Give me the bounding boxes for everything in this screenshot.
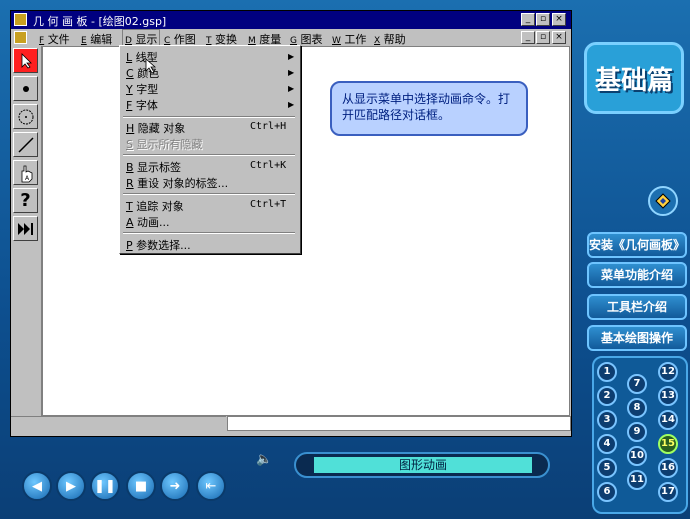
stop-button[interactable]: ■ — [126, 471, 156, 501]
lesson-button-14[interactable]: 14 — [658, 410, 678, 430]
lesson-button-1[interactable]: 1 — [597, 362, 617, 382]
mouse-cursor-icon — [145, 58, 157, 74]
exit-button[interactable]: ⇤ — [196, 471, 226, 501]
submenu-arrow-icon: ▶ — [288, 84, 295, 93]
lesson-button-8[interactable]: 8 — [627, 398, 647, 418]
lesson-button-15[interactable]: 15 — [658, 434, 678, 454]
display-menu-dropdown: L 线型 ▶ C 颜色 ▶ Y 字型 ▶ F 字体 ▶ H 隐藏 对象 Ctrl… — [119, 45, 301, 254]
close-button[interactable]: × — [552, 13, 566, 26]
pointer-icon — [21, 52, 32, 69]
menu-help[interactable]: X 帮助 — [374, 31, 406, 47]
horizontal-scrollbar[interactable] — [11, 416, 226, 432]
window-title: 几 何 画 板 - [绘图02.gsp] — [33, 15, 167, 28]
nav-basic-drawing-button[interactable]: 基本绘图操作 — [587, 325, 687, 351]
menu-separator — [123, 193, 295, 195]
exit-icon: ⇤ — [205, 478, 217, 494]
segment-icon — [17, 136, 34, 153]
lesson-number-panel: 1 2 3 4 5 6 7 8 9 10 11 12 13 14 15 16 1… — [592, 356, 688, 514]
toolbox: A ? — [11, 46, 42, 416]
text-tool[interactable]: A — [13, 160, 38, 185]
restore-button[interactable]: ▫ — [536, 13, 550, 26]
status-bar — [227, 416, 571, 431]
section-title-bar: 图形动画 — [294, 452, 550, 478]
arrow-left-icon: ◀ — [32, 478, 42, 494]
submenu-arrow-icon: ▶ — [288, 68, 295, 77]
lesson-button-13[interactable]: 13 — [658, 386, 678, 406]
pause-icon: ❚❚ — [94, 478, 116, 494]
fast-forward-icon — [17, 222, 33, 235]
lesson-button-3[interactable]: 3 — [597, 410, 617, 430]
play-button[interactable]: ▶ — [56, 471, 86, 501]
shortcut-hide: Ctrl+H — [250, 121, 287, 132]
lesson-button-10[interactable]: 10 — [627, 446, 647, 466]
shortcut-trace: Ctrl+T — [250, 199, 287, 210]
submenu-arrow-icon: ▶ — [288, 100, 295, 109]
circle-icon — [18, 109, 33, 124]
stop-icon: ■ — [134, 478, 148, 494]
menu-item-show-all-hidden: S 显示所有隐藏 — [126, 138, 203, 151]
line-tool[interactable] — [13, 132, 38, 157]
lesson-button-2[interactable]: 2 — [597, 386, 617, 406]
nav-menu-intro-button[interactable]: 菜单功能介绍 — [587, 262, 687, 288]
script-tool[interactable] — [13, 216, 38, 241]
lesson-button-7[interactable]: 7 — [627, 374, 647, 394]
lesson-button-5[interactable]: 5 — [597, 458, 617, 478]
doc-minimize-button[interactable]: _ — [521, 31, 535, 44]
doc-icon[interactable] — [14, 31, 27, 44]
shortcut-label: Ctrl+K — [250, 160, 287, 171]
menu-separator — [123, 232, 295, 234]
previous-button[interactable]: ◀ — [22, 471, 52, 501]
minimize-button[interactable]: _ — [521, 13, 535, 26]
lesson-button-4[interactable]: 4 — [597, 434, 617, 454]
menu-item-hide-object[interactable]: H 隐藏 对象 — [126, 120, 185, 136]
lesson-button-17[interactable]: 17 — [658, 482, 678, 502]
lesson-button-12[interactable]: 12 — [658, 362, 678, 382]
lesson-button-16[interactable]: 16 — [658, 458, 678, 478]
menu-edit[interactable]: E 编辑 — [81, 31, 112, 47]
section-title: 图形动画 — [314, 457, 532, 473]
lesson-button-9[interactable]: 9 — [627, 422, 647, 442]
next-button[interactable]: ➜ — [160, 471, 190, 501]
doc-restore-button[interactable]: ▫ — [536, 31, 550, 44]
menu-file[interactable]: F 文件 — [39, 31, 70, 47]
circle-tool[interactable] — [13, 104, 38, 129]
point-icon — [22, 85, 29, 92]
section-logo: 基础篇 — [584, 42, 684, 114]
lesson-button-6[interactable]: 6 — [597, 482, 617, 502]
submenu-arrow-icon: ▶ — [288, 52, 295, 61]
question-icon: ? — [20, 190, 31, 211]
title-bar: 几 何 画 板 - [绘图02.gsp] _ ▫ × — [11, 11, 571, 29]
menu-item-relabel[interactable]: R 重设 对象的标签... — [126, 175, 228, 191]
instruction-callout: 从显示菜单中选择动画命令。打开匹配路径对话框。 — [330, 81, 528, 136]
hand-icon: A — [21, 165, 32, 182]
menu-bar: F 文件 E 编辑 D 显示 C 作图 T 变换 M 度量 G 图表 W 工作 … — [11, 29, 571, 48]
doc-close-button[interactable]: × — [552, 31, 566, 44]
menu-item-preferences[interactable]: P 参数选择... — [126, 237, 191, 253]
arrow-tool[interactable] — [13, 48, 38, 73]
menu-item-font-style[interactable]: Y 字型 — [126, 81, 158, 97]
app-icon[interactable] — [14, 13, 27, 26]
nav-toolbar-intro-button[interactable]: 工具栏介绍 — [587, 294, 687, 320]
menu-item-font[interactable]: F 字体 — [126, 97, 158, 113]
menu-item-trace-object[interactable]: T 追踪 对象 — [126, 198, 184, 214]
point-tool[interactable] — [13, 76, 38, 101]
menu-work[interactable]: W 工作 — [332, 31, 366, 47]
arrow-right-icon: ➜ — [169, 478, 181, 494]
menu-item-animation[interactable]: A 动画... — [126, 214, 170, 230]
info-tool[interactable]: ? — [13, 188, 38, 213]
menu-separator — [123, 116, 295, 118]
home-diamond-icon[interactable] — [648, 186, 678, 216]
speaker-icon[interactable]: 🔈 — [256, 452, 274, 468]
nav-install-button[interactable]: 安装《几何画板》 — [587, 232, 687, 258]
lesson-button-11[interactable]: 11 — [627, 470, 647, 490]
play-icon: ▶ — [66, 478, 76, 494]
menu-item-show-label[interactable]: B 显示标签 — [126, 159, 181, 175]
menu-separator — [123, 154, 295, 156]
pause-button[interactable]: ❚❚ — [90, 471, 120, 501]
